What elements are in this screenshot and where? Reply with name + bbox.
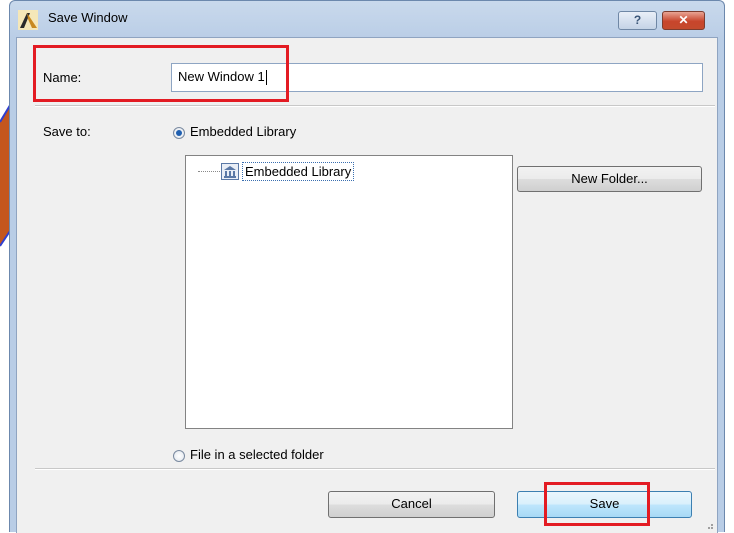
- library-tree[interactable]: Embedded Library: [185, 155, 513, 429]
- radio-embedded-library-label[interactable]: Embedded Library: [190, 124, 296, 139]
- library-icon: [221, 163, 239, 180]
- separator: [35, 105, 715, 107]
- resize-grip-icon[interactable]: [704, 520, 714, 530]
- new-folder-button[interactable]: New Folder...: [517, 166, 702, 192]
- highlight-box-name: [33, 45, 289, 102]
- dialog-content: Name: New Window 1 Save to: Embedded Lib…: [16, 37, 718, 533]
- title-bar[interactable]: Save Window ? ✕: [10, 1, 724, 37]
- archicad-app-icon: [18, 10, 38, 30]
- save-to-label: Save to:: [43, 124, 91, 139]
- separator: [35, 468, 715, 470]
- radio-file-in-folder-label[interactable]: File in a selected folder: [190, 447, 324, 462]
- radio-file-in-folder[interactable]: [173, 450, 185, 462]
- help-button[interactable]: ?: [618, 11, 657, 30]
- window-title: Save Window: [48, 10, 128, 25]
- highlight-box-save: [544, 482, 650, 526]
- radio-embedded-library[interactable]: [173, 127, 185, 139]
- cancel-button[interactable]: Cancel: [328, 491, 495, 518]
- tree-connector: [198, 171, 220, 172]
- close-icon: ✕: [678, 13, 689, 27]
- tree-item-embedded-library[interactable]: Embedded Library: [242, 162, 355, 181]
- close-button[interactable]: ✕: [662, 11, 705, 30]
- help-icon: ?: [633, 13, 642, 27]
